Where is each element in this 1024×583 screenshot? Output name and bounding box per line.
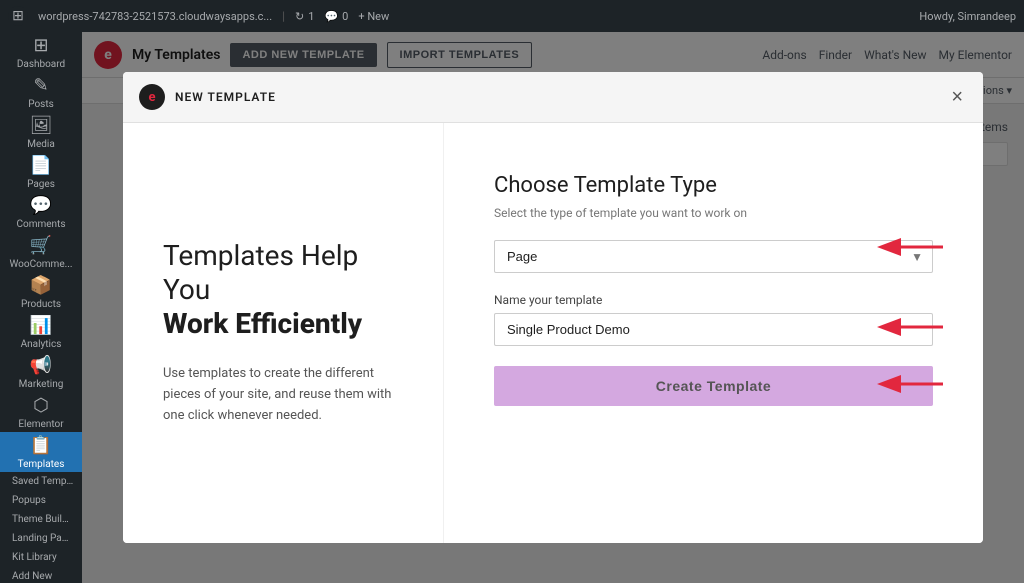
main-layout: ⊞ Dashboard ✎ Posts 🖼 Media 📄 Pages 💬 Co…	[0, 32, 1024, 583]
sidebar-item-templates[interactable]: 📋 Templates	[0, 432, 82, 472]
sidebar-item-comments[interactable]: 💬 Comments	[0, 192, 82, 232]
template-name-label: Name your template	[494, 293, 933, 307]
analytics-icon: 📊	[30, 315, 52, 336]
templates-submenu: Saved Templa... Popups Theme Builder Lan…	[0, 472, 82, 583]
sidebar-item-pages[interactable]: 📄 Pages	[0, 152, 82, 192]
sidebar-item-dashboard[interactable]: ⊞ Dashboard	[0, 32, 82, 72]
template-type-group: Page Section Popup Single Archive ▼	[494, 240, 933, 273]
submenu-add-new[interactable]: Add New	[0, 567, 82, 583]
sidebar-item-label: Dashboard	[17, 59, 65, 70]
template-type-select-wrapper: Page Section Popup Single Archive ▼	[494, 240, 933, 273]
dashboard-icon: ⊞	[33, 35, 48, 56]
comment-count: 0	[342, 10, 348, 23]
submenu-landing-pages[interactable]: Landing Pages	[0, 529, 82, 548]
sidebar: ⊞ Dashboard ✎ Posts 🖼 Media 📄 Pages 💬 Co…	[0, 32, 82, 583]
modal-overlay: e NEW TEMPLATE × Templates Help You Work…	[82, 32, 1024, 583]
comments-icon: 💬	[30, 195, 52, 216]
submenu-kit-library[interactable]: Kit Library	[0, 548, 82, 567]
content-area: e My Templates ADD NEW TEMPLATE IMPORT T…	[82, 32, 1024, 583]
template-name-input[interactable]	[494, 313, 933, 346]
modal-right-title: Choose Template Type	[494, 173, 933, 198]
notif-icon[interactable]: ↻ 1	[295, 10, 314, 23]
sidebar-item-woocommerce[interactable]: 🛒 WooComme...	[0, 232, 82, 272]
templates-icon: 📋	[30, 435, 52, 456]
modal-close-button[interactable]: ×	[947, 87, 967, 107]
notif-count: 1	[308, 10, 314, 23]
media-icon: 🖼	[30, 115, 53, 136]
modal-body: Templates Help You Work Efficiently Use …	[123, 123, 983, 543]
woocommerce-icon: 🛒	[30, 235, 52, 256]
products-icon: 📦	[30, 275, 52, 296]
howdy-text: Howdy, Simrandeep	[919, 10, 1016, 23]
sidebar-item-marketing[interactable]: 📢 Marketing	[0, 352, 82, 392]
new-template-modal: e NEW TEMPLATE × Templates Help You Work…	[123, 72, 983, 543]
pages-icon: 📄	[30, 155, 52, 176]
modal-header: e NEW TEMPLATE ×	[123, 72, 983, 123]
comment-icon[interactable]: 💬 0	[324, 10, 348, 23]
new-button[interactable]: + New	[358, 10, 389, 23]
sidebar-item-posts[interactable]: ✎ Posts	[0, 72, 82, 112]
modal-left-description: Use templates to create the different pi…	[163, 364, 403, 426]
marketing-icon: 📢	[30, 355, 52, 376]
posts-icon: ✎	[33, 75, 48, 96]
sidebar-item-elementor[interactable]: ⬡ Elementor	[0, 392, 82, 432]
create-template-button[interactable]: Create Template	[494, 366, 933, 406]
submenu-theme-builder[interactable]: Theme Builder	[0, 510, 82, 529]
submenu-popups[interactable]: Popups	[0, 491, 82, 510]
modal-right-panel: Choose Template Type Select the type of …	[443, 123, 983, 543]
submenu-saved-templates[interactable]: Saved Templa...	[0, 472, 82, 491]
sidebar-item-media[interactable]: 🖼 Media	[0, 112, 82, 152]
template-type-select[interactable]: Page Section Popup Single Archive	[494, 240, 933, 273]
wp-logo-icon[interactable]: ⊞	[8, 6, 28, 26]
sidebar-item-analytics[interactable]: 📊 Analytics	[0, 312, 82, 352]
template-name-group: Name your template	[494, 293, 933, 346]
modal-left-heading: Templates Help You Work Efficiently	[163, 239, 403, 340]
modal-left-panel: Templates Help You Work Efficiently Use …	[123, 123, 443, 543]
modal-title: NEW TEMPLATE	[175, 90, 276, 104]
sidebar-item-products[interactable]: 📦 Products	[0, 272, 82, 312]
modal-right-subtitle: Select the type of template you want to …	[494, 206, 933, 220]
admin-bar: ⊞ wordpress-742783-2521573.cloudwaysapps…	[0, 0, 1024, 32]
modal-header-icon: e	[139, 84, 165, 110]
elementor-icon: ⬡	[33, 395, 49, 416]
site-url: wordpress-742783-2521573.cloudwaysapps.c…	[38, 10, 272, 23]
